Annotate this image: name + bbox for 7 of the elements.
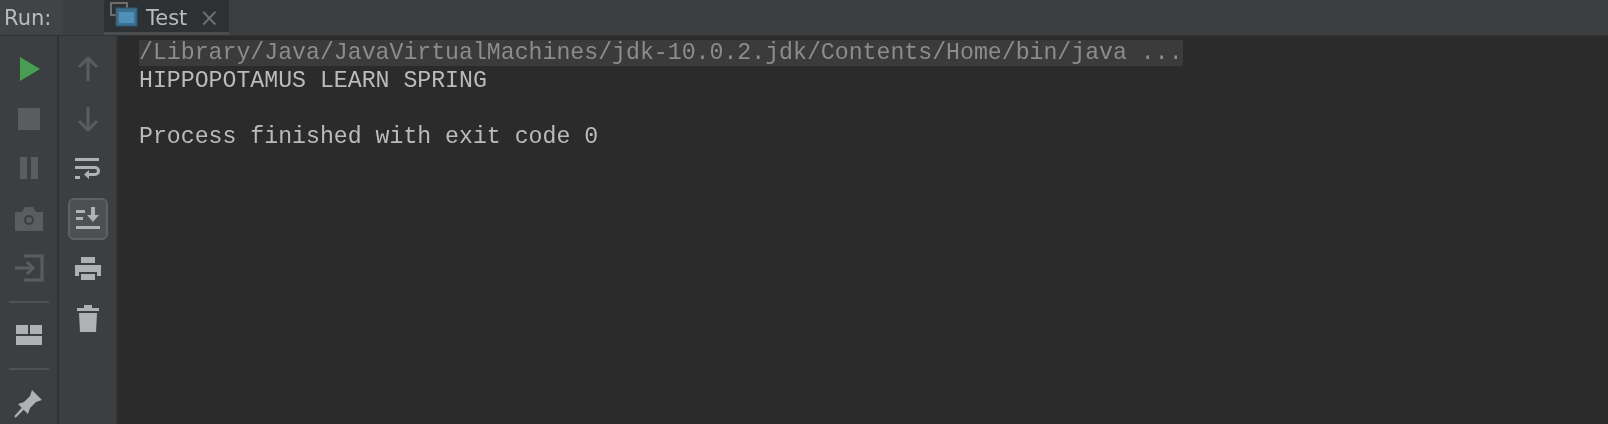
console-icon	[110, 1, 138, 28]
pin-icon[interactable]	[13, 388, 44, 419]
output-line: Process finished with exit code 0	[139, 124, 599, 150]
run-label: Run:	[0, 0, 62, 35]
test-tab[interactable]: Test ×	[104, 0, 230, 35]
scroll-to-end-icon[interactable]	[67, 198, 108, 240]
output-line: HIPPOPOTAMUS LEARN SPRING	[139, 68, 487, 94]
